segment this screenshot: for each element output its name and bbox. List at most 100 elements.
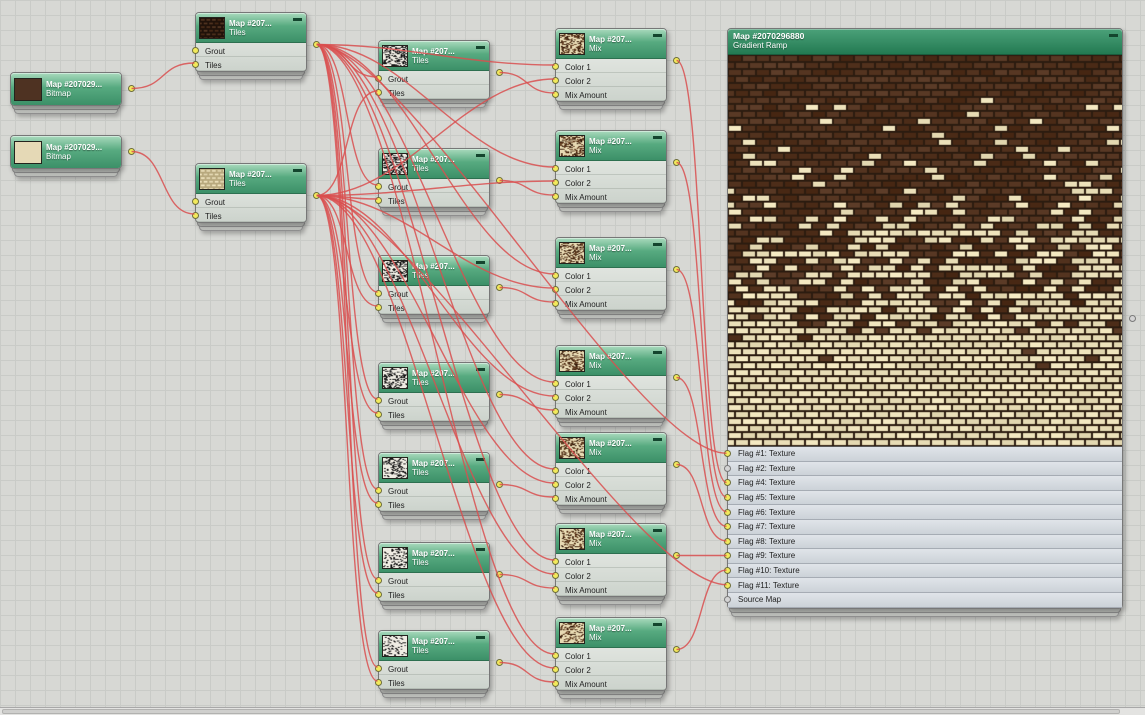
node-header[interactable]: Map #207029... Bitmap (11, 136, 121, 168)
slate-material-editor-canvas[interactable]: Map #207029... Bitmap Map #207029... Bitmap… (0, 0, 1145, 715)
tiles-node[interactable]: Map #207... Tiles Grout Tiles (374, 40, 503, 108)
node-header[interactable]: Map #207... Tiles (379, 363, 489, 393)
input-socket[interactable] (551, 494, 559, 502)
connection-wire[interactable] (316, 194, 378, 504)
output-socket[interactable] (673, 552, 680, 559)
input-socket[interactable] (551, 379, 559, 387)
bitmap-node[interactable]: Map #207029... Bitmap (10, 72, 135, 114)
flag-input-socket[interactable] (723, 596, 731, 604)
input-socket[interactable] (551, 178, 559, 186)
connection-wire[interactable] (676, 268, 727, 513)
minimize-icon[interactable] (653, 136, 662, 139)
input-socket[interactable] (191, 197, 199, 205)
output-socket[interactable] (673, 461, 680, 468)
output-socket[interactable] (673, 266, 680, 273)
minimize-icon[interactable] (476, 636, 485, 639)
connection-wire[interactable] (499, 573, 555, 589)
input-socket[interactable] (551, 585, 559, 593)
node-header[interactable]: Map #207... Mix (556, 618, 666, 648)
connection-wire[interactable] (316, 90, 378, 197)
flag-row[interactable]: Source Map (723, 592, 1122, 608)
scrollbar-thumb[interactable] (2, 709, 1120, 714)
output-socket[interactable] (313, 41, 320, 48)
input-socket[interactable] (374, 196, 382, 204)
minimize-icon[interactable] (476, 46, 485, 49)
input-socket[interactable] (191, 46, 199, 54)
flag-input-socket[interactable] (723, 479, 731, 487)
flag-row[interactable]: Flag #9: Texture (723, 549, 1122, 564)
input-socket[interactable] (551, 164, 559, 172)
flag-row[interactable]: Flag #1: Texture (723, 447, 1122, 462)
connection-wire[interactable] (676, 59, 727, 484)
input-socket[interactable] (374, 590, 382, 598)
flag-input-socket[interactable] (723, 508, 731, 516)
input-socket[interactable] (551, 62, 559, 70)
minimize-icon[interactable] (293, 18, 302, 21)
input-socket[interactable] (374, 664, 382, 672)
flag-row[interactable]: Flag #11: Texture (723, 578, 1122, 593)
input-socket[interactable] (374, 410, 382, 418)
output-socket[interactable] (313, 192, 320, 199)
input-socket[interactable] (374, 486, 382, 494)
input-socket[interactable] (551, 651, 559, 659)
node-header[interactable]: Map #207... Mix (556, 238, 666, 268)
tiles-node[interactable]: Map #207... Tiles Grout Tiles (191, 163, 320, 231)
connection-wire[interactable] (316, 43, 378, 186)
tiles-node[interactable]: Map #207... Tiles Grout Tiles (191, 12, 320, 80)
input-socket[interactable] (551, 393, 559, 401)
input-socket[interactable] (551, 480, 559, 488)
connection-wire[interactable] (316, 194, 378, 594)
flag-input-socket[interactable] (723, 552, 731, 560)
tiles-node[interactable]: Map #207... Tiles Grout Tiles (374, 452, 503, 520)
connection-wire[interactable] (131, 150, 195, 215)
mix-node[interactable]: Map #207... Mix Color 1 Color 2 Mix Amount (551, 345, 680, 427)
node-header[interactable]: Map #207... Mix (556, 524, 666, 554)
input-socket[interactable] (551, 571, 559, 579)
mix-node[interactable]: Map #207... Mix Color 1 Color 2 Mix Amount (551, 432, 680, 514)
node-header[interactable]: Map #207... Tiles (196, 164, 306, 194)
output-socket[interactable] (496, 69, 503, 76)
connection-wire[interactable] (316, 43, 378, 580)
input-socket[interactable] (374, 396, 382, 404)
flag-row[interactable]: Flag #6: Texture (723, 505, 1122, 520)
input-socket[interactable] (551, 285, 559, 293)
connection-wire[interactable] (499, 286, 555, 303)
minimize-icon[interactable] (476, 154, 485, 157)
minimize-icon[interactable] (476, 261, 485, 264)
input-socket[interactable] (551, 407, 559, 415)
connection-wire[interactable] (316, 43, 378, 400)
output-socket[interactable] (496, 571, 503, 578)
input-socket[interactable] (551, 299, 559, 307)
input-socket[interactable] (374, 74, 382, 82)
minimize-icon[interactable] (653, 243, 662, 246)
input-socket[interactable] (551, 679, 559, 687)
input-socket[interactable] (551, 557, 559, 565)
tiles-node[interactable]: Map #207... Tiles Grout Tiles (374, 630, 503, 698)
output-socket[interactable] (673, 57, 680, 64)
minimize-icon[interactable] (476, 368, 485, 371)
minimize-icon[interactable] (653, 34, 662, 37)
flag-row[interactable]: Flag #7: Texture (723, 519, 1122, 535)
mix-node[interactable]: Map #207... Mix Color 1 Color 2 Mix Amount (551, 28, 680, 110)
node-header[interactable]: Map #207... Tiles (196, 13, 306, 43)
tiles-node[interactable]: Map #207... Tiles Grout Tiles (374, 148, 503, 216)
mix-node[interactable]: Map #207... Mix Color 1 Color 2 Mix Amount (551, 617, 680, 699)
connection-wire[interactable] (131, 62, 195, 90)
connection-wire[interactable] (676, 161, 727, 498)
input-socket[interactable] (374, 182, 382, 190)
flag-input-socket[interactable] (723, 523, 731, 531)
input-socket[interactable] (374, 576, 382, 584)
horizontal-scrollbar[interactable] (0, 707, 1145, 715)
mix-node[interactable]: Map #207... Mix Color 1 Color 2 Mix Amount (551, 130, 680, 212)
node-header[interactable]: Map #207... Tiles (379, 543, 489, 573)
minimize-icon[interactable] (653, 351, 662, 354)
input-socket[interactable] (551, 90, 559, 98)
output-socket[interactable] (673, 159, 680, 166)
connection-wire[interactable] (499, 179, 555, 196)
connection-wire[interactable] (499, 483, 555, 498)
flag-input-socket[interactable] (723, 566, 731, 574)
output-socket[interactable] (128, 148, 135, 155)
flag-input-socket[interactable] (723, 464, 731, 472)
output-socket[interactable] (496, 391, 503, 398)
input-socket[interactable] (374, 678, 382, 686)
